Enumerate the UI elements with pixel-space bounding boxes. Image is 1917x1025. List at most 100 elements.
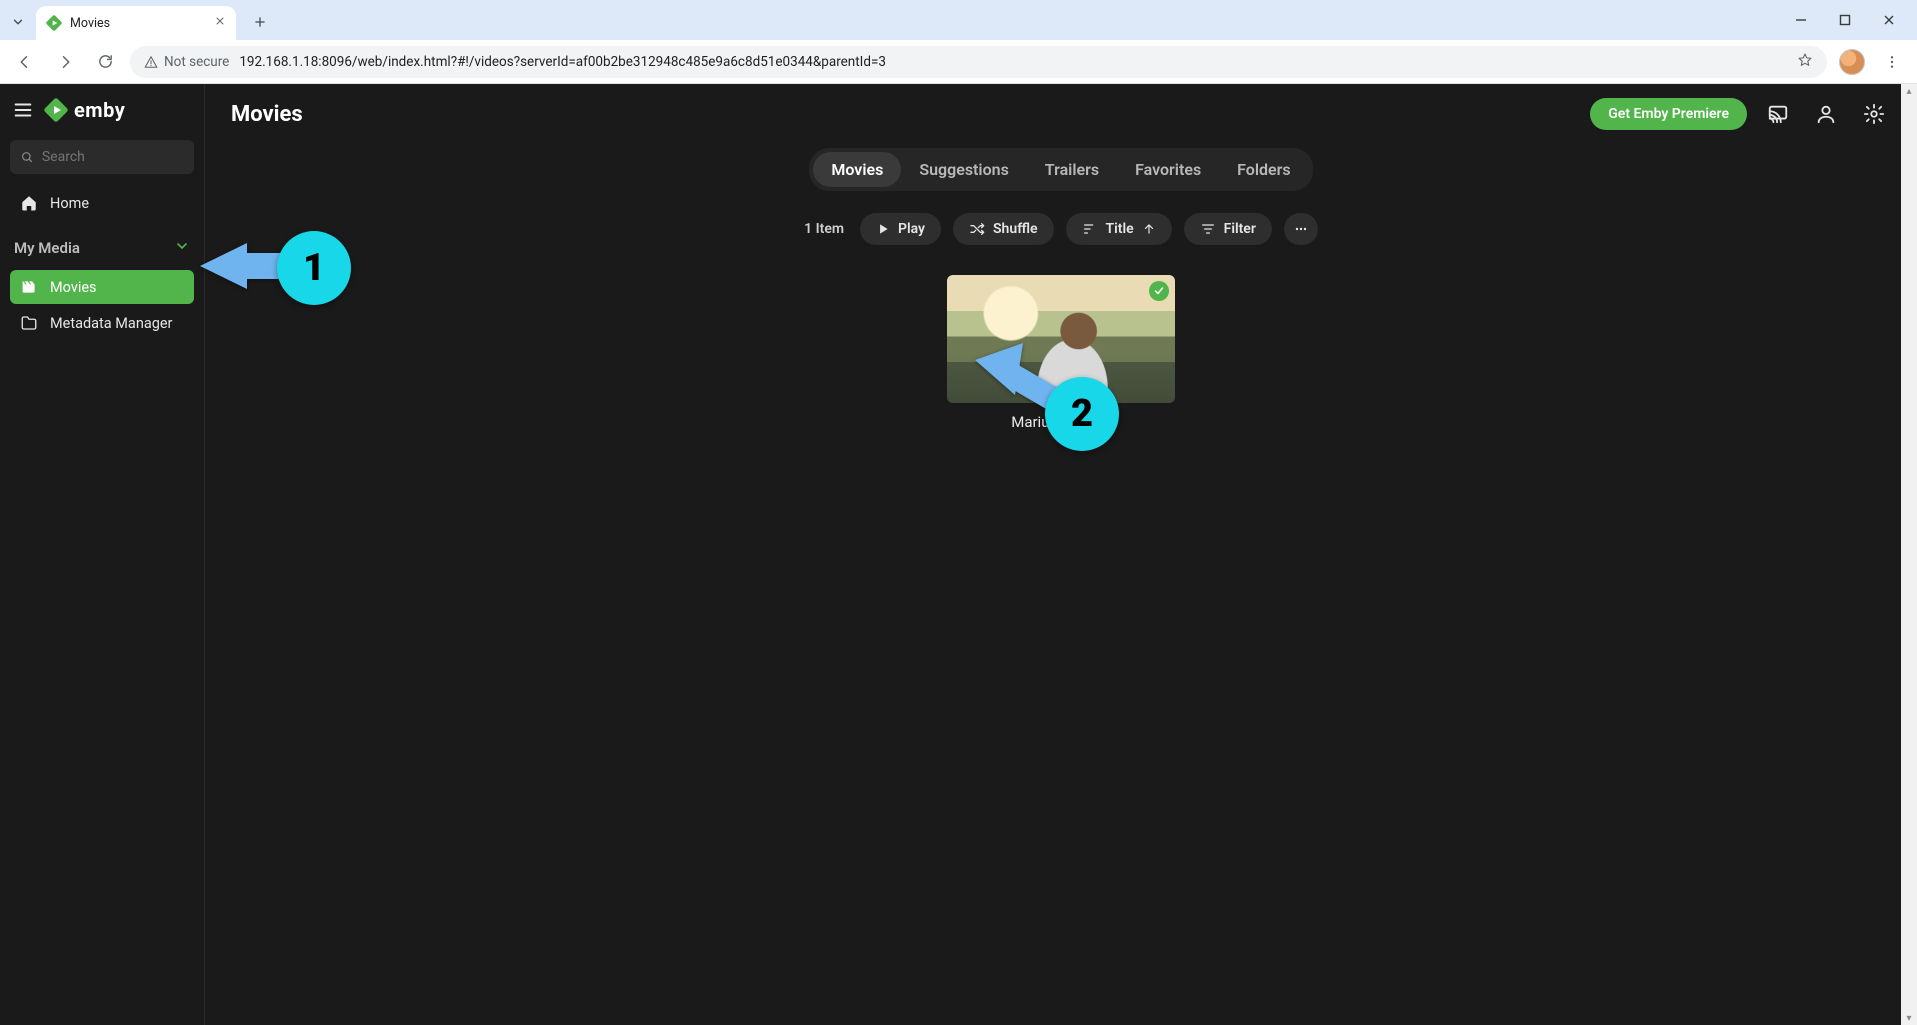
tabs-dropdown-button[interactable] <box>6 8 30 36</box>
warning-triangle-icon <box>144 55 158 69</box>
minimize-icon <box>1795 14 1807 26</box>
browser-tab[interactable]: Movies <box>36 6 236 40</box>
window-close-button[interactable] <box>1867 4 1911 36</box>
emby-favicon-icon <box>46 15 62 31</box>
page-title: Movies <box>231 102 303 127</box>
chrome-menu-button[interactable] <box>1877 47 1907 77</box>
nav-forward-button[interactable] <box>50 47 80 77</box>
home-icon <box>20 194 38 212</box>
filter-button[interactable]: Filter <box>1184 213 1272 245</box>
chevron-down-icon <box>174 238 190 258</box>
check-icon <box>1153 285 1165 297</box>
play-button[interactable]: Play <box>860 213 941 245</box>
scroll-up-icon: ▴ <box>1904 86 1914 96</box>
window-maximize-button[interactable] <box>1823 4 1867 36</box>
sidebar-item-home[interactable]: Home <box>10 186 194 220</box>
more-button[interactable] <box>1284 213 1318 245</box>
profile-button[interactable] <box>1837 47 1867 77</box>
cast-icon <box>1767 103 1789 125</box>
nav-reload-button[interactable] <box>90 47 120 77</box>
sidebar-toggle-button[interactable] <box>12 99 34 121</box>
list-toolbar: 1 Item Play Shuffle Title Filter <box>205 213 1917 245</box>
sidebar-item-label: Movies <box>50 279 97 296</box>
watched-badge <box>1149 281 1169 301</box>
gear-icon <box>1863 103 1885 125</box>
thumbnail-image-overlay <box>1011 303 1134 403</box>
sort-button[interactable]: Title <box>1066 213 1172 245</box>
sort-icon <box>1082 221 1098 237</box>
sidebar-section-label: My Media <box>14 239 80 257</box>
tab-strip: Movies <box>0 0 1917 40</box>
profile-avatar-icon <box>1839 49 1865 75</box>
emby-logo[interactable]: emby <box>44 98 125 122</box>
cast-button[interactable] <box>1761 97 1795 131</box>
window-controls <box>1779 0 1917 40</box>
site-security-chip[interactable]: Not secure <box>144 54 229 70</box>
tab-folders[interactable]: Folders <box>1219 152 1308 187</box>
hamburger-icon <box>12 99 34 121</box>
filter-icon <box>1200 221 1216 237</box>
security-label: Not secure <box>164 54 229 70</box>
filter-label: Filter <box>1224 221 1256 237</box>
browser-tab-title: Movies <box>70 16 206 31</box>
close-icon <box>214 15 226 27</box>
plus-icon <box>253 15 267 29</box>
folder-icon <box>20 314 38 332</box>
arrow-right-icon <box>56 53 74 71</box>
chevron-down-icon <box>11 15 25 29</box>
bookmark-button[interactable] <box>1797 52 1813 72</box>
kebab-icon <box>1884 54 1900 70</box>
close-icon <box>1883 14 1895 26</box>
shuffle-button[interactable]: Shuffle <box>953 213 1053 245</box>
ellipsis-icon <box>1293 221 1309 237</box>
sidebar-search[interactable] <box>10 140 194 174</box>
emby-logo-text: emby <box>74 98 125 122</box>
reload-icon <box>97 53 114 70</box>
browser-chrome: Movies Not secure 192.168.1.18:8096/web/… <box>0 0 1917 84</box>
shuffle-icon <box>969 221 985 237</box>
star-icon <box>1797 52 1813 68</box>
sidebar-item-movies[interactable]: Movies <box>10 270 194 304</box>
sidebar-item-metadata-manager[interactable]: Metadata Manager <box>10 306 194 340</box>
media-card[interactable]: Marius hosting <box>947 275 1175 431</box>
play-icon <box>876 222 890 236</box>
get-premiere-button[interactable]: Get Emby Premiere <box>1590 98 1747 130</box>
emby-logo-icon <box>44 98 68 122</box>
media-grid: Marius hosting <box>205 275 1917 431</box>
shuffle-label: Shuffle <box>993 221 1037 237</box>
main-area: Movies Get Emby Premiere Movies Suggesti… <box>205 84 1917 1025</box>
tab-suggestions[interactable]: Suggestions <box>901 152 1026 187</box>
search-input[interactable] <box>42 149 184 165</box>
media-thumbnail[interactable] <box>947 275 1175 403</box>
view-tabs: Movies Suggestions Trailers Favorites Fo… <box>205 148 1917 191</box>
sidebar-item-label: Metadata Manager <box>50 315 172 332</box>
user-button[interactable] <box>1809 97 1843 131</box>
maximize-icon <box>1839 14 1851 26</box>
nav-back-button[interactable] <box>10 47 40 77</box>
window-minimize-button[interactable] <box>1779 4 1823 36</box>
item-count: 1 Item <box>804 221 844 237</box>
play-label: Play <box>898 221 925 237</box>
arrow-up-icon <box>1142 222 1156 236</box>
omnibox[interactable]: Not secure 192.168.1.18:8096/web/index.h… <box>130 46 1827 78</box>
sidebar-media-list: Movies Metadata Manager <box>10 270 194 340</box>
topbar: Movies Get Emby Premiere <box>205 84 1917 144</box>
address-bar: Not secure 192.168.1.18:8096/web/index.h… <box>0 40 1917 84</box>
scroll-down-icon: ▾ <box>1904 1013 1914 1023</box>
user-icon <box>1815 103 1837 125</box>
sidebar-section-my-media[interactable]: My Media <box>10 232 194 258</box>
sort-label: Title <box>1106 221 1134 237</box>
app-root: emby Home My Media Movies Metadata Manag… <box>0 84 1917 1025</box>
sidebar-item-label: Home <box>50 195 89 212</box>
sidebar: emby Home My Media Movies Metadata Manag… <box>0 84 205 1025</box>
omnibox-url: 192.168.1.18:8096/web/index.html?#!/vide… <box>239 54 1787 70</box>
new-tab-button[interactable] <box>246 8 274 36</box>
tab-favorites[interactable]: Favorites <box>1117 152 1219 187</box>
search-icon <box>20 149 34 165</box>
tab-movies[interactable]: Movies <box>813 152 901 187</box>
settings-button[interactable] <box>1857 97 1891 131</box>
viewport-scrollbar[interactable]: ▴ ▾ <box>1901 84 1917 1025</box>
movie-icon <box>20 278 38 296</box>
tab-trailers[interactable]: Trailers <box>1027 152 1117 187</box>
tab-close-button[interactable] <box>214 15 226 31</box>
